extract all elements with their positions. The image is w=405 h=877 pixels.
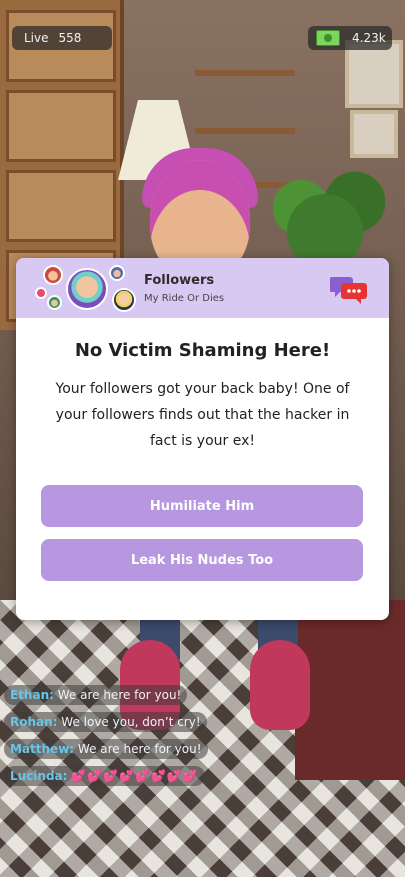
chat-hearts: 💕💕💕💕💕💕💕💕: [71, 769, 199, 783]
side-table: [295, 600, 405, 780]
follower-avatar-main: [66, 268, 108, 310]
chat-message: Lucinda: 💕💕💕💕💕💕💕💕: [4, 766, 205, 786]
live-label: Live: [24, 31, 49, 45]
chat-username: Lucinda:: [10, 769, 68, 783]
follower-avatar: [47, 295, 62, 310]
event-dialog: Followers My Ride Or Dies No Victim Sham…: [16, 258, 389, 620]
wall-shelf: [195, 70, 295, 76]
chat-username: Ethan:: [10, 688, 54, 702]
live-viewer-count: 558: [58, 31, 82, 45]
wall-picture: [345, 40, 403, 108]
money-badge: 4.23k: [308, 26, 392, 50]
choice-button-humiliate[interactable]: Humiliate Him: [41, 485, 363, 527]
chat-username: Rohan:: [10, 715, 58, 729]
chat-message: Rohan: We love you, don’t cry!: [4, 712, 207, 732]
live-chat-feed: Ethan: We are here for you! Rohan: We lo…: [4, 684, 264, 792]
follower-avatar: [35, 287, 47, 299]
chat-text: We are here for you!: [77, 742, 202, 756]
chat-message: Ethan: We are here for you!: [4, 685, 188, 705]
live-viewers-badge: Live 558: [12, 26, 112, 50]
chat-text: We are here for you!: [57, 688, 182, 702]
follower-avatar: [112, 288, 136, 312]
dialog-title: No Victim Shaming Here!: [74, 340, 331, 361]
follower-avatar: [43, 265, 63, 285]
follower-avatar: [109, 265, 125, 281]
choice-button-leak[interactable]: Leak His Nudes Too: [41, 539, 363, 581]
wall-picture: [350, 110, 398, 158]
chat-text: We love you, don’t cry!: [61, 715, 201, 729]
wall-shelf: [195, 128, 295, 134]
chat-username: Matthew:: [10, 742, 75, 756]
cash-icon: [316, 30, 340, 46]
dialog-header-subtitle: My Ride Or Dies: [144, 293, 225, 304]
chat-bubbles-icon: [330, 277, 367, 304]
dialog-header-title: Followers: [144, 273, 215, 288]
dialog-header: Followers My Ride Or Dies: [16, 258, 389, 318]
chat-message: Matthew: We are here for you!: [4, 739, 208, 759]
dialog-body-text: Your followers got your back baby! One o…: [55, 381, 350, 449]
money-amount: 4.23k: [352, 31, 386, 45]
